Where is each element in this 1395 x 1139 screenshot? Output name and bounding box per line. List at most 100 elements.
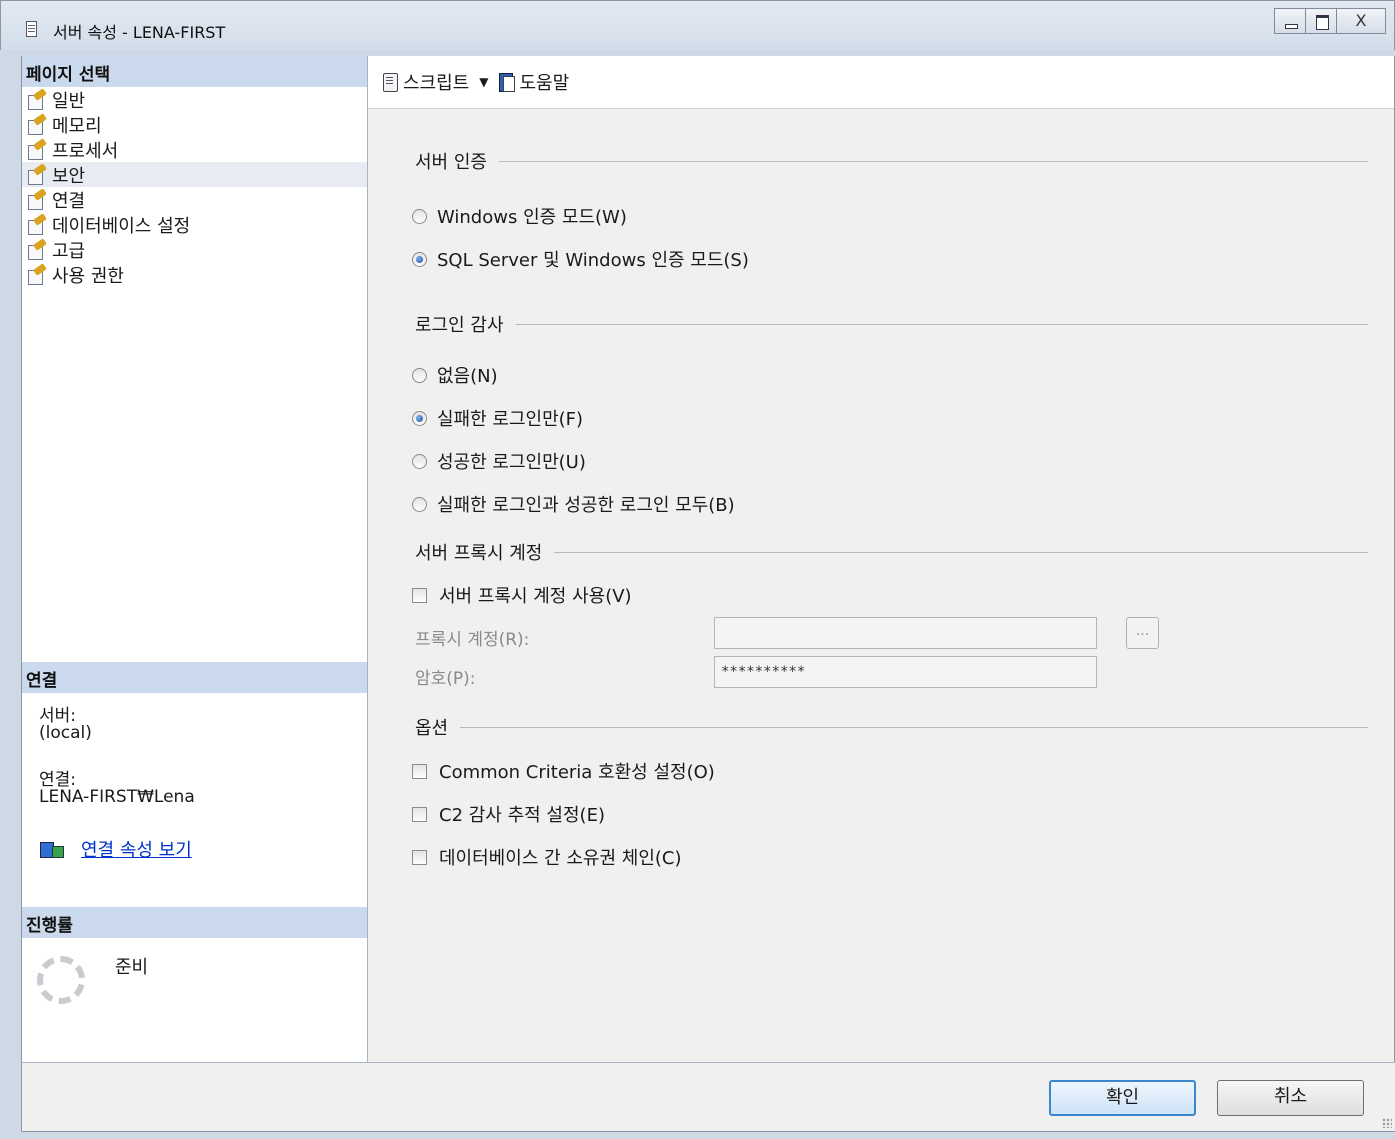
toolbar: 스크립트 ▼ 도움말 <box>368 56 1394 109</box>
window-controls: X <box>1274 8 1386 34</box>
help-label: 도움말 <box>519 73 570 94</box>
group-title: 로그인 감사 <box>415 315 504 336</box>
audit-failed-option[interactable]: 실패한 로그인만(F) <box>412 405 583 431</box>
option-label: 실패한 로그인만(F) <box>437 409 584 430</box>
main-panel: 스크립트 ▼ 도움말 서버 인증 Windows 인증 모드(W) SQL Se… <box>368 56 1395 1062</box>
page-item-advanced[interactable]: 고급 <box>22 237 367 262</box>
page-item-label: 사용 권한 <box>52 265 124 287</box>
page-item-label: 보안 <box>52 165 86 187</box>
script-icon <box>380 72 400 92</box>
audit-success-radio[interactable] <box>412 453 427 469</box>
page-item-database-settings[interactable]: 데이터베이스 설정 <box>22 212 367 237</box>
progress-spinner-icon <box>37 956 85 1004</box>
script-dropdown-arrow-icon[interactable]: ▼ <box>479 75 488 89</box>
server-auth-group: 서버 인증 <box>415 151 1368 173</box>
common-criteria-checkbox[interactable] <box>412 763 427 779</box>
page-icon <box>26 140 48 160</box>
option-label: Common Criteria 호환성 설정(O) <box>439 762 715 783</box>
connection-value: LENA-FIRST₩Lena <box>39 787 195 807</box>
minimize-button[interactable] <box>1274 8 1306 34</box>
c2-audit-checkbox[interactable] <box>412 806 427 822</box>
proxy-account-input[interactable] <box>714 617 1097 649</box>
cross-db-chaining-option[interactable]: 데이터베이스 간 소유권 체인(C) <box>412 844 682 870</box>
page-icon <box>26 240 48 260</box>
proxy-enable-checkbox[interactable] <box>412 587 427 603</box>
option-label: 성공한 로그인만(U) <box>437 452 586 473</box>
proxy-password-label: 암호(P): <box>415 669 476 689</box>
group-divider <box>515 323 1368 325</box>
windows-auth-option[interactable]: Windows 인증 모드(W) <box>412 203 627 229</box>
page-icon <box>26 115 48 135</box>
connection-info: 서버: (local) 연결: LENA-FIRST₩Lena <box>22 696 367 806</box>
page-item-security[interactable]: 보안 <box>22 162 367 187</box>
mixed-auth-radio[interactable] <box>412 251 427 267</box>
page-item-label: 데이터베이스 설정 <box>52 215 191 237</box>
proxy-password-input[interactable]: ********** <box>714 656 1097 688</box>
dialog-footer: 확인 취소 <box>21 1062 1395 1132</box>
page-icon <box>26 90 48 110</box>
page-item-label: 프로세서 <box>52 140 119 162</box>
progress-status: 준비 <box>115 957 149 978</box>
script-label: 스크립트 <box>403 73 470 94</box>
script-button[interactable]: 스크립트 <box>380 69 469 95</box>
close-button[interactable]: X <box>1336 8 1386 34</box>
page-icon <box>26 215 48 235</box>
group-title: 옵션 <box>415 718 449 739</box>
option-label: 실패한 로그인과 성공한 로그인 모두(B) <box>437 495 735 516</box>
group-title: 서버 프록시 계정 <box>415 543 543 564</box>
help-icon <box>496 72 516 92</box>
option-label: SQL Server 및 Windows 인증 모드(S) <box>437 250 749 271</box>
connection-properties-icon <box>39 839 64 859</box>
audit-none-option[interactable]: 없음(N) <box>412 362 498 388</box>
page-list: 일반 메모리 프로세서 보안 연결 데이터베이스 설정 고급 사용 권한 <box>22 87 367 287</box>
page-item-label: 연결 <box>52 190 86 212</box>
login-audit-group: 로그인 감사 <box>415 314 1368 336</box>
page-select-header: 페이지 선택 <box>22 56 367 87</box>
audit-success-option[interactable]: 성공한 로그인만(U) <box>412 448 586 474</box>
group-divider <box>554 551 1368 553</box>
audit-failed-radio[interactable] <box>412 410 427 426</box>
audit-both-radio[interactable] <box>412 496 427 512</box>
option-label: 서버 프록시 계정 사용(V) <box>439 586 632 607</box>
proxy-account-group: 서버 프록시 계정 <box>415 542 1368 564</box>
security-page: 서버 인증 Windows 인증 모드(W) SQL Server 및 Wind… <box>368 109 1394 1062</box>
group-title: 서버 인증 <box>415 152 487 173</box>
view-connection-link[interactable]: 연결 속성 보기 <box>81 836 192 862</box>
window-title: 서버 속성 - LENA-FIRST <box>53 23 226 42</box>
cross-db-chaining-checkbox[interactable] <box>412 849 427 865</box>
common-criteria-option[interactable]: Common Criteria 호환성 설정(O) <box>412 758 715 784</box>
page-icon <box>26 190 48 210</box>
windows-auth-radio[interactable] <box>412 208 427 224</box>
c2-audit-option[interactable]: C2 감사 추적 설정(E) <box>412 801 605 827</box>
proxy-browse-button[interactable]: ... <box>1126 617 1159 649</box>
page-item-processors[interactable]: 프로세서 <box>22 137 367 162</box>
page-icon <box>26 265 48 285</box>
ok-button[interactable]: 확인 <box>1049 1080 1196 1116</box>
option-label: 데이터베이스 간 소유권 체인(C) <box>439 848 682 869</box>
option-label: 없음(N) <box>437 366 498 387</box>
page-item-memory[interactable]: 메모리 <box>22 112 367 137</box>
page-item-general[interactable]: 일반 <box>22 87 367 112</box>
mixed-auth-option[interactable]: SQL Server 및 Windows 인증 모드(S) <box>412 246 749 272</box>
view-connection-properties[interactable]: 연결 속성 보기 <box>39 836 192 862</box>
connection-header: 연결 <box>22 662 367 693</box>
progress-header: 진행률 <box>22 907 367 938</box>
page-item-label: 고급 <box>52 240 86 262</box>
option-label: Windows 인증 모드(W) <box>437 207 627 228</box>
page-item-permissions[interactable]: 사용 권한 <box>22 262 367 287</box>
server-value: (local) <box>39 723 92 743</box>
cancel-button[interactable]: 취소 <box>1217 1080 1364 1116</box>
audit-none-radio[interactable] <box>412 367 427 383</box>
page-item-connections[interactable]: 연결 <box>22 187 367 212</box>
left-panel: 페이지 선택 일반 메모리 프로세서 보안 연결 데이터베이스 설정 고급 사용… <box>21 56 368 1062</box>
group-divider <box>498 160 1368 162</box>
proxy-enable-option[interactable]: 서버 프록시 계정 사용(V) <box>412 582 632 608</box>
help-button[interactable]: 도움말 <box>496 69 569 95</box>
window-icon <box>26 21 37 37</box>
resize-grip-icon[interactable] <box>1382 1118 1392 1128</box>
page-icon <box>26 165 48 185</box>
maximize-button[interactable] <box>1305 8 1337 34</box>
audit-both-option[interactable]: 실패한 로그인과 성공한 로그인 모두(B) <box>412 491 735 517</box>
title-bar: 서버 속성 - LENA-FIRST X <box>0 0 1395 50</box>
page-item-label: 일반 <box>52 90 86 112</box>
